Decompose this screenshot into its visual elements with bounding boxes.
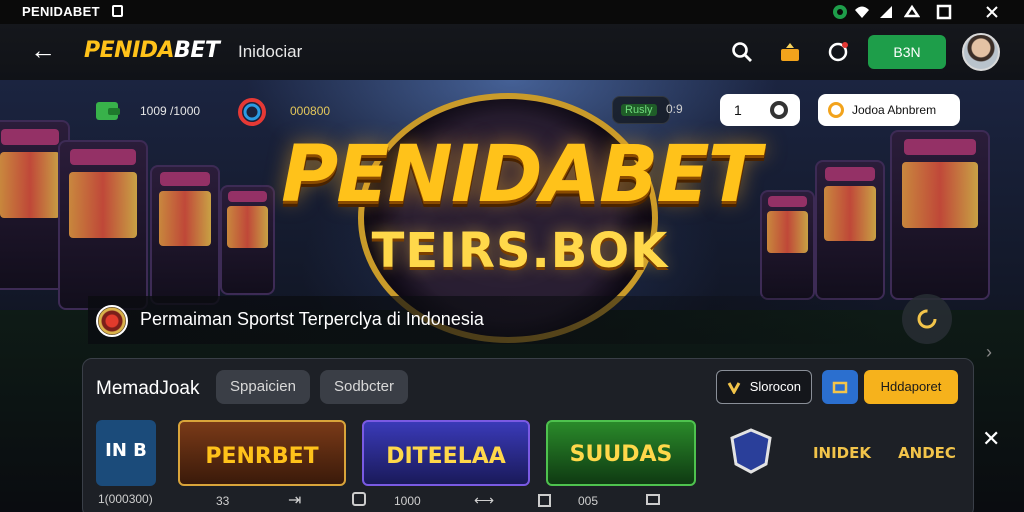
bottom-item-2[interactable]: 33 — [216, 494, 229, 508]
sports-badge-icon — [96, 305, 128, 337]
filter-button[interactable] — [822, 370, 858, 404]
signal-icon — [880, 6, 892, 18]
wifi-icon — [855, 6, 869, 18]
slot-machine-image — [815, 160, 885, 300]
hero-title: PENIDABET — [281, 130, 761, 220]
promo-icon — [828, 102, 844, 118]
settings-icon[interactable] — [770, 101, 788, 119]
slot-machine-image — [890, 130, 990, 300]
close-icon[interactable]: ✕ — [982, 426, 1000, 452]
status-app-name: PENIDABET — [22, 4, 100, 19]
coin-icon — [238, 98, 266, 126]
filter-icon — [832, 381, 848, 394]
wallet-icon — [96, 102, 120, 120]
app-logo[interactable]: PENIDABET — [84, 38, 220, 63]
tab-2[interactable]: Sodbcter — [320, 370, 408, 404]
game-card-6[interactable]: INIDEK — [802, 420, 882, 486]
shuffle-icon[interactable]: ⟷ — [474, 492, 494, 509]
search-icon[interactable] — [730, 40, 754, 64]
game-card-5[interactable] — [716, 420, 786, 486]
close-icon[interactable] — [984, 4, 1000, 20]
square-icon[interactable] — [936, 4, 952, 20]
square-icon[interactable] — [538, 494, 551, 507]
points-text: 000800 — [290, 104, 331, 118]
skip-icon[interactable]: ⇥ — [288, 490, 301, 510]
chevron-right-icon[interactable]: › — [986, 342, 992, 363]
mini-stat: Rusly — [612, 96, 670, 124]
deposit-button[interactable]: B3N — [868, 35, 946, 69]
book-icon[interactable] — [646, 494, 660, 505]
outline-button[interactable]: Slorocon — [716, 370, 812, 404]
bottom-item-6[interactable]: 005 — [578, 494, 598, 508]
slot-machine-image — [150, 165, 220, 305]
refresh-icon — [917, 309, 937, 329]
headset-icon[interactable] — [826, 40, 850, 64]
check-icon — [727, 382, 741, 394]
level-chip[interactable]: 1 — [720, 94, 800, 126]
record-icon — [833, 5, 847, 19]
game-card-3[interactable]: DITEELAA — [362, 420, 530, 486]
bottom-counter: 1(000300) — [98, 492, 153, 506]
refresh-button[interactable] — [902, 294, 952, 344]
status-bar: PENIDABET — [0, 0, 1024, 24]
hero-banner: PENIDABET TEIRS.BOK 1009 /1000 000800 Ru… — [0, 80, 1024, 512]
panel-title: MemadJoak — [96, 378, 200, 399]
bottom-item-4[interactable]: 1000 — [394, 494, 421, 508]
hero-subtitle: TEIRS.BOK — [371, 223, 669, 279]
region-label[interactable]: Inidociar — [238, 42, 302, 62]
app-indicator-icon — [112, 5, 123, 17]
yellow-button[interactable]: Hddaporet — [864, 370, 958, 404]
shield-logo-icon — [730, 428, 772, 474]
slot-machine-image — [58, 140, 148, 310]
game-card-2[interactable]: PENRBET — [178, 420, 346, 486]
mini-value: 0:9 — [666, 102, 683, 116]
slot-machine-image — [220, 185, 275, 295]
box-icon[interactable] — [352, 492, 366, 506]
vpn-icon — [904, 4, 920, 18]
back-icon[interactable]: ← — [30, 37, 56, 63]
promo-button[interactable]: Jodoa Abnbrem — [818, 94, 960, 126]
game-card-1[interactable]: IN B — [96, 420, 156, 486]
hero-tagline: Permaiman Sportst Terperclya di Indonesi… — [140, 309, 484, 329]
game-card-4[interactable]: SUUDAS — [546, 420, 696, 486]
balance-text: 1009 /1000 — [140, 104, 201, 118]
tab-1[interactable]: Sppaicien — [216, 370, 310, 404]
avatar[interactable] — [962, 33, 1000, 71]
gift-icon[interactable] — [778, 40, 802, 64]
game-card-7[interactable]: ANDEC — [892, 420, 962, 486]
app-bar: ← PENIDABET Inidociar B3N — [0, 24, 1024, 80]
